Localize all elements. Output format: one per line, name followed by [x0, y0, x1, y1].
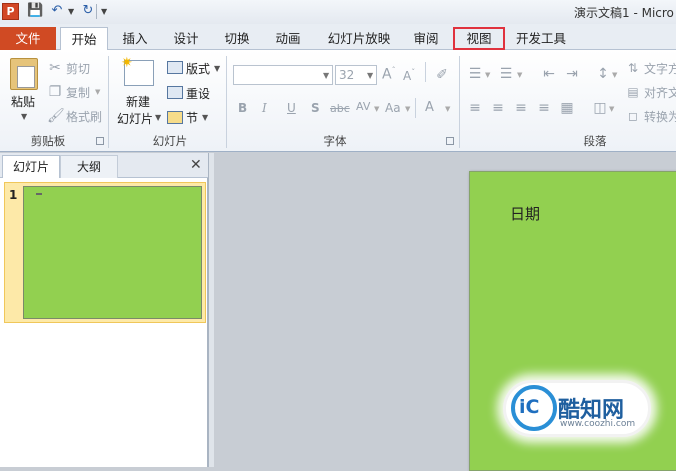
tab-home[interactable]: 开始	[60, 27, 108, 51]
reset-button[interactable]: 重设	[186, 85, 210, 102]
group-label-paragraph: 段落	[583, 134, 607, 148]
scissors-icon[interactable]: ✂	[47, 60, 63, 76]
strikethrough-button[interactable]: abc	[330, 102, 350, 115]
new-slide-button-line2[interactable]: 幻灯片	[117, 110, 153, 127]
tab-file[interactable]: 文件	[0, 27, 56, 50]
slide-thumbnail[interactable]	[23, 186, 202, 319]
tab-animations[interactable]: 动画	[266, 27, 310, 50]
tab-review[interactable]: 审阅	[404, 27, 448, 50]
shrink-font-icon[interactable]: Aˇ	[403, 68, 415, 83]
group-separator	[459, 56, 460, 148]
char-spacing-button[interactable]: AV	[356, 100, 370, 113]
font-launcher-icon[interactable]	[446, 137, 454, 145]
copy-button[interactable]: 复制	[66, 84, 90, 101]
smartart-icon[interactable]: ◻	[626, 108, 640, 124]
text-direction-icon[interactable]: ⇅	[626, 60, 640, 76]
font-family-select[interactable]	[233, 65, 333, 85]
layout-dropdown-icon[interactable]: ▼	[214, 64, 220, 73]
format-painter-icon[interactable]: 🖌	[47, 108, 65, 124]
font-size-value: 32	[339, 68, 355, 82]
undo-dropdown-icon[interactable]: ▼	[68, 7, 74, 16]
columns-dropdown-icon[interactable]: ▼	[609, 105, 614, 113]
group-separator	[108, 56, 109, 148]
font-color-dropdown-icon[interactable]: ▼	[445, 105, 450, 113]
change-case-dropdown-icon[interactable]: ▼	[405, 105, 410, 113]
shadow-button[interactable]: S	[311, 101, 320, 115]
increase-indent-icon[interactable]: ⇥	[563, 66, 581, 82]
new-slide-button-line1[interactable]: 新建	[126, 93, 150, 110]
tab-slideshow[interactable]: 幻灯片放映	[320, 27, 398, 50]
grow-font-icon[interactable]: Aˆ	[382, 66, 396, 83]
justify-icon[interactable]: ≡	[535, 100, 553, 116]
cut-button[interactable]: 剪切	[66, 60, 90, 77]
align-left-icon[interactable]: ≡	[466, 100, 484, 116]
convert-smartart-button[interactable]: 转换为	[644, 108, 676, 125]
undo-icon[interactable]: ↶	[49, 3, 65, 19]
copy-dropdown-icon[interactable]: ▼	[95, 88, 100, 96]
font-separator	[415, 98, 416, 118]
close-icon[interactable]: ✕	[190, 157, 202, 173]
slide-text-date[interactable]: 日期	[510, 203, 540, 224]
tab-transitions[interactable]: 切换	[215, 27, 259, 50]
coozhi-c-letter: iC	[519, 396, 540, 418]
copy-icon[interactable]: ❐	[47, 84, 63, 100]
section-button[interactable]: 节	[186, 109, 198, 126]
bullets-icon[interactable]: ☰	[466, 66, 484, 82]
clear-formatting-icon[interactable]: ✐	[433, 67, 451, 83]
group-label-font: 字体	[323, 134, 347, 148]
align-center-icon[interactable]: ≡	[489, 100, 507, 116]
reset-icon[interactable]	[167, 86, 183, 99]
distributed-icon[interactable]: ▦	[558, 100, 576, 116]
italic-button[interactable]: I	[262, 101, 267, 115]
bullets-dropdown-icon[interactable]: ▼	[485, 71, 490, 79]
group-separator	[226, 56, 227, 148]
paste-sheet-icon	[17, 66, 35, 88]
tab-view[interactable]: 视图	[453, 27, 505, 50]
tab-outline[interactable]: 大纲	[60, 155, 118, 178]
decrease-indent-icon[interactable]: ⇤	[540, 66, 558, 82]
powerpoint-logo-icon[interactable]: P	[2, 3, 19, 20]
align-text-button[interactable]: 对齐文	[644, 84, 676, 101]
text-direction-button[interactable]: 文字方	[644, 60, 676, 77]
group-label-clipboard: 剪贴板	[30, 134, 66, 148]
tab-slides[interactable]: 幻灯片	[2, 155, 60, 178]
align-text-icon[interactable]: ▤	[626, 84, 640, 100]
line-spacing-icon[interactable]: ↕	[594, 66, 612, 82]
font-separator	[425, 62, 426, 82]
tab-design[interactable]: 设计	[164, 27, 208, 50]
qat-separator	[96, 4, 97, 19]
change-case-button[interactable]: Aa	[385, 101, 401, 115]
columns-icon[interactable]: ◫	[591, 100, 609, 116]
new-slide-dropdown-icon[interactable]: ▼	[155, 113, 161, 122]
new-star-icon: ✷	[121, 55, 133, 71]
thumbnail-text	[36, 193, 42, 195]
customize-qat-icon[interactable]: ▼	[101, 7, 107, 16]
tab-insert[interactable]: 插入	[114, 27, 156, 50]
format-painter-button[interactable]: 格式刷	[66, 108, 102, 125]
section-dropdown-icon[interactable]: ▼	[202, 113, 208, 122]
align-right-icon[interactable]: ≡	[512, 100, 530, 116]
numbering-dropdown-icon[interactable]: ▼	[517, 71, 522, 79]
char-spacing-dropdown-icon[interactable]: ▼	[374, 105, 379, 113]
underline-button[interactable]: U	[287, 101, 296, 115]
tab-developer[interactable]: 开发工具	[511, 27, 571, 50]
redo-icon[interactable]: ↻	[80, 3, 96, 19]
paste-dropdown-icon[interactable]: ▼	[21, 112, 27, 121]
layout-icon[interactable]	[167, 61, 183, 74]
clipboard-launcher-icon[interactable]	[96, 137, 104, 145]
bold-button[interactable]: B	[238, 101, 247, 115]
section-icon[interactable]	[167, 111, 183, 124]
font-color-button[interactable]: A	[425, 100, 434, 115]
save-icon[interactable]: 💾	[27, 3, 43, 19]
numbering-icon[interactable]: ☰	[497, 66, 515, 82]
group-label-slides: 幻灯片	[152, 134, 188, 148]
window-title: 演示文稿1 - Micro	[574, 6, 674, 20]
slide-number: 1	[9, 188, 18, 202]
font-size-dropdown-icon[interactable]: ▼	[367, 71, 373, 80]
line-spacing-dropdown-icon[interactable]: ▼	[612, 71, 617, 79]
layout-button[interactable]: 版式	[186, 60, 210, 77]
watermark-url: www.coozhi.com	[560, 419, 636, 429]
font-family-dropdown-icon[interactable]: ▼	[323, 71, 329, 80]
paste-button[interactable]: 粘贴	[11, 93, 35, 110]
